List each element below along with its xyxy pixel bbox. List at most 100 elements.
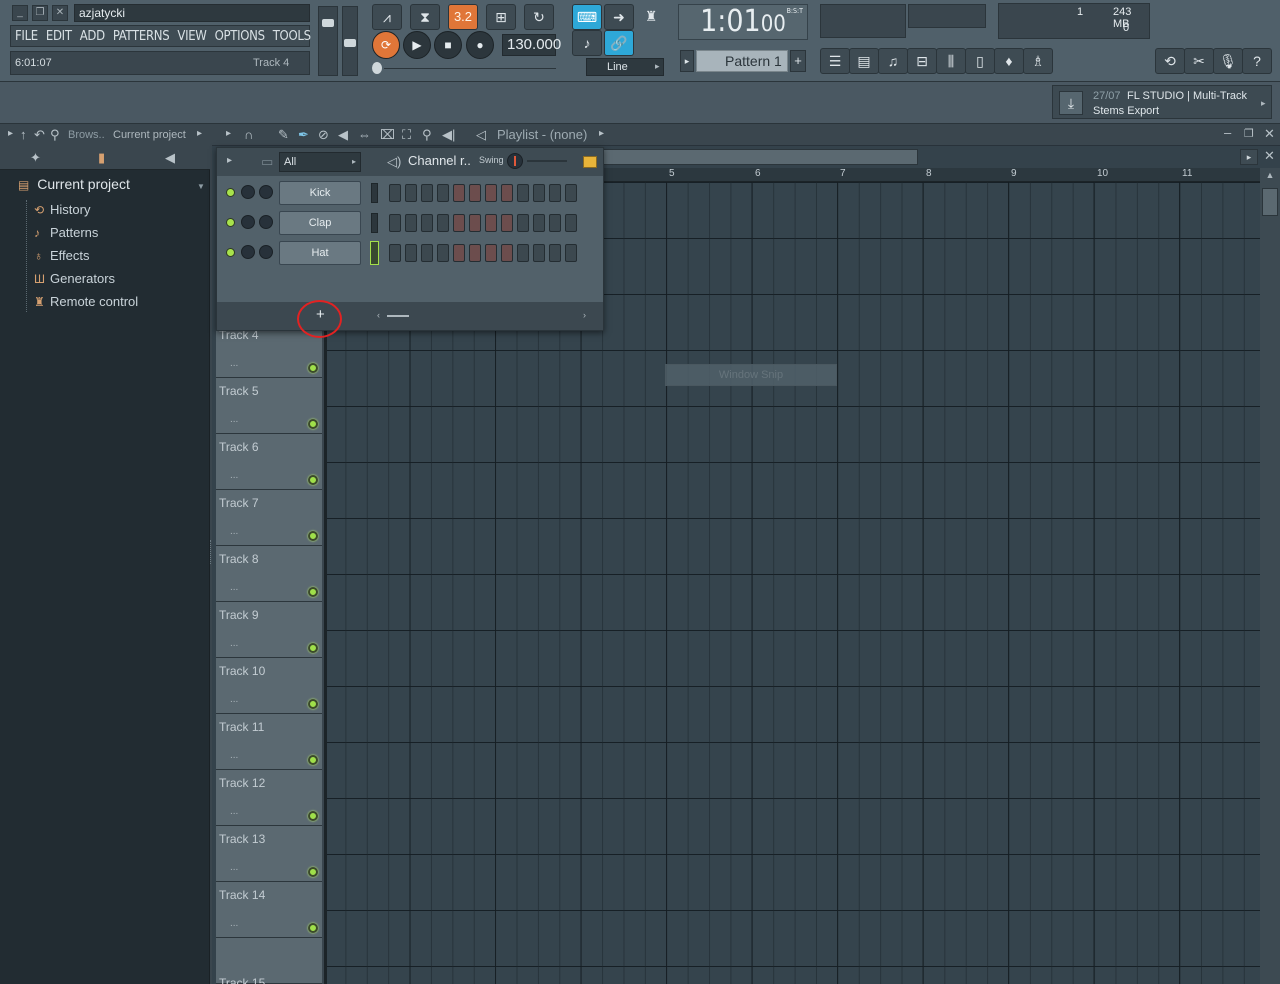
step-button[interactable]	[405, 214, 417, 232]
channel-mute-led[interactable]	[226, 188, 235, 197]
master-pitch-slider[interactable]	[342, 6, 358, 76]
slider-handle[interactable]	[344, 39, 356, 47]
playlist-window-icon[interactable]: ☰	[820, 48, 850, 74]
step-edit-icon[interactable]: ⊞	[486, 4, 516, 30]
typing-keyboard-icon[interactable]: ⌨	[572, 4, 602, 30]
step-button[interactable]	[565, 244, 577, 262]
blend-notes-icon[interactable]: ♪	[572, 30, 602, 56]
filter-selector[interactable]: All ▸	[279, 152, 361, 172]
step-button[interactable]	[437, 244, 449, 262]
news-panel[interactable]: ⤓ 27/07 FL STUDIO | Multi-Track Stems Ex…	[1052, 85, 1272, 119]
menu-file[interactable]: FILE	[11, 29, 42, 44]
step-button[interactable]	[453, 184, 465, 202]
file-icon[interactable]: ▮	[98, 150, 105, 166]
song-time-display[interactable]: 1:0100 B:S:T	[678, 4, 808, 40]
channel-volume-knob[interactable]	[241, 215, 255, 229]
playback-icon[interactable]: ◀|	[442, 127, 455, 143]
step-button[interactable]	[453, 244, 465, 262]
channel-button-kick[interactable]: Kick	[279, 181, 361, 205]
paint-icon[interactable]: ✒	[298, 127, 309, 143]
track-led[interactable]	[308, 699, 318, 709]
piano-roll-window-icon[interactable]: ♫	[878, 48, 908, 74]
step-button[interactable]	[469, 184, 481, 202]
chevron-right-icon[interactable]: ▸	[8, 128, 13, 139]
step-button[interactable]	[517, 184, 529, 202]
tempo-field[interactable]: 130.000	[502, 34, 561, 56]
slider-handle[interactable]	[322, 19, 334, 27]
zoom-icon[interactable]: ⚲	[422, 127, 432, 143]
channel-select-bar[interactable]	[371, 183, 378, 203]
close-icon[interactable]: ✕	[52, 5, 68, 21]
step-button[interactable]	[549, 244, 561, 262]
channel-volume-knob[interactable]	[241, 185, 255, 199]
snap-selector[interactable]: Line ▸	[586, 58, 664, 76]
step-button[interactable]	[437, 214, 449, 232]
pattern-song-toggle[interactable]: ⟳	[372, 31, 400, 59]
step-button[interactable]	[517, 244, 529, 262]
step-button[interactable]	[517, 214, 529, 232]
slice-icon[interactable]: ⌧	[380, 127, 395, 143]
slider-handle[interactable]	[372, 62, 382, 74]
help-person-icon[interactable]: ♗	[1023, 48, 1053, 74]
step-button[interactable]	[501, 184, 513, 202]
undo-icon[interactable]: ⟲	[1155, 48, 1185, 74]
arrow-up-icon[interactable]: ↑	[20, 127, 27, 142]
close-icon[interactable]: ✕	[1264, 126, 1275, 142]
track-led[interactable]	[308, 811, 318, 821]
metronome-icon[interactable]: ⩘	[372, 4, 402, 30]
step-button[interactable]	[389, 184, 401, 202]
resize-handle[interactable]	[210, 540, 212, 564]
pattern-selector[interactable]: Pattern 1	[696, 50, 788, 72]
chevron-right-icon[interactable]: ▸	[226, 128, 231, 139]
track-header[interactable]: Track 11...	[216, 714, 322, 770]
playlist-title[interactable]: Playlist - (none)	[497, 127, 587, 142]
track-header[interactable]: Track 6...	[216, 434, 322, 490]
channel-mute-led[interactable]	[226, 248, 235, 257]
chevron-up-icon[interactable]: ▲	[1262, 170, 1278, 184]
track-header[interactable]: Track 7...	[216, 490, 322, 546]
track-header[interactable]: Track 10...	[216, 658, 322, 714]
plugin-icon[interactable]: ♦	[994, 48, 1024, 74]
step-button[interactable]	[501, 244, 513, 262]
step-button[interactable]	[533, 184, 545, 202]
chevron-left-icon[interactable]: ‹	[377, 310, 380, 320]
tree-item-generators[interactable]: Ш Generators	[34, 268, 115, 290]
master-volume-slider[interactable]	[318, 6, 338, 76]
mute-icon[interactable]: ◀	[338, 127, 348, 143]
menu-edit[interactable]: EDIT	[42, 29, 76, 44]
folder-icon[interactable]: ▭	[261, 154, 273, 170]
channel-pan-knob[interactable]	[259, 215, 273, 229]
channel-rack-title[interactable]: Channel r..	[408, 153, 471, 168]
step-button[interactable]	[565, 214, 577, 232]
pencil-icon[interactable]: ✎	[278, 127, 289, 143]
step-button[interactable]	[533, 244, 545, 262]
select-icon[interactable]: ⛶	[402, 127, 411, 143]
step-button[interactable]	[533, 214, 545, 232]
cut-icon[interactable]: ✂	[1184, 48, 1214, 74]
track-header[interactable]: Track 14...	[216, 882, 322, 938]
channel-button-hat[interactable]: Hat	[279, 241, 361, 265]
mixer-window-icon[interactable]: ⫼	[936, 48, 966, 74]
channel-select-bar[interactable]	[370, 241, 379, 265]
browser-window-icon[interactable]: ⊟	[907, 48, 937, 74]
channel-select-bar[interactable]	[371, 213, 378, 233]
minimize-icon[interactable]: –	[1224, 125, 1231, 140]
wait-input-icon[interactable]: ⧗	[410, 4, 440, 30]
channel-pan-knob[interactable]	[259, 245, 273, 259]
collapse-icon[interactable]: ✦	[30, 150, 41, 166]
channel-button-clap[interactable]: Clap	[279, 211, 361, 235]
step-button[interactable]	[389, 214, 401, 232]
scroll-thumb[interactable]	[387, 315, 409, 317]
scroll-thumb[interactable]	[592, 149, 918, 165]
download-icon[interactable]: ⤓	[1059, 91, 1083, 115]
swing-slider[interactable]	[527, 160, 567, 162]
vertical-scroll[interactable]: ▲	[1260, 168, 1280, 984]
track-led[interactable]	[308, 475, 318, 485]
step-button[interactable]	[469, 244, 481, 262]
tree-item-history[interactable]: ⟲ History	[34, 199, 90, 221]
track-led[interactable]	[308, 923, 318, 933]
track-led[interactable]	[308, 363, 318, 373]
restore-icon[interactable]: ❐	[1244, 127, 1254, 140]
play-icon[interactable]: ▶	[403, 31, 431, 59]
stop-icon[interactable]: ■	[434, 31, 462, 59]
